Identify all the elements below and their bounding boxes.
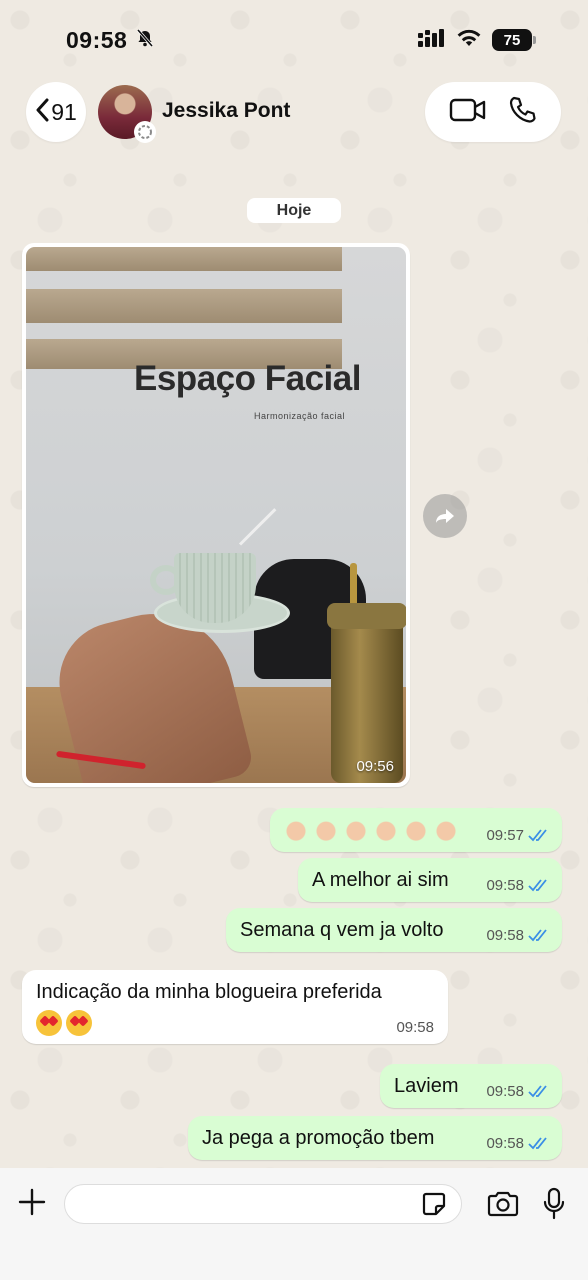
back-button[interactable]: 91 <box>26 82 86 142</box>
cup <box>174 553 256 623</box>
message-text: Ja pega a promoção tbem <box>202 1126 435 1149</box>
message-text: Indicação da minha blogueira preferida <box>36 981 382 1003</box>
forward-icon <box>436 509 454 523</box>
video-call-button[interactable] <box>449 97 487 128</box>
tumbler <box>331 607 403 783</box>
wood-slat <box>26 289 342 323</box>
heart-eyes-icon <box>36 1010 62 1036</box>
double-check-icon <box>528 879 547 892</box>
message-text: A melhor ai sim <box>312 868 449 891</box>
cellular-signal-icon <box>418 28 446 53</box>
plus-icon <box>18 1188 46 1216</box>
clap-emoji-row <box>284 819 464 841</box>
attach-button[interactable] <box>14 1184 50 1220</box>
message-bubble-outgoing[interactable]: Ja pega a promoção tbem 09:58 <box>188 1116 562 1160</box>
battery-indicator: 75 <box>492 29 536 51</box>
tumbler-lid <box>327 603 406 629</box>
double-check-icon <box>528 829 547 842</box>
message-time: 09:57 <box>486 826 524 844</box>
forward-button[interactable] <box>423 494 467 538</box>
message-time: 09:58 <box>486 926 524 944</box>
emoji-row <box>36 1010 96 1036</box>
message-bubble-incoming[interactable]: Indicação da minha blogueira preferida 0… <box>22 970 448 1044</box>
clapping-hands-icon <box>314 819 338 841</box>
double-check-icon <box>528 1085 547 1098</box>
status-ring-icon <box>134 121 156 143</box>
message-bubble-outgoing[interactable]: Laviem 09:58 <box>380 1064 562 1108</box>
message-bubble-outgoing[interactable]: Semana q vem ja volto 09:58 <box>226 908 562 952</box>
sticker-button[interactable] <box>420 1190 448 1218</box>
voice-call-button[interactable] <box>507 95 537 130</box>
heart-eyes-icon <box>66 1010 92 1036</box>
clapping-hands-icon <box>434 819 458 841</box>
message-bubble-outgoing[interactable]: 09:57 <box>270 808 562 852</box>
status-bar: 09:58 75 <box>0 0 588 80</box>
image-message[interactable]: Espaço Facial Harmonização facial 09:56 <box>22 243 410 787</box>
clapping-hands-icon <box>404 819 428 841</box>
microphone-icon <box>543 1187 565 1220</box>
clapping-hands-icon <box>344 819 368 841</box>
call-actions <box>425 82 561 142</box>
double-check-icon <box>528 1137 547 1150</box>
message-time: 09:58 <box>486 876 524 894</box>
message-bubble-outgoing[interactable]: A melhor ai sim 09:58 <box>298 858 562 902</box>
sticker-icon <box>422 1192 446 1216</box>
clapping-hands-icon <box>374 819 398 841</box>
date-separator: Hoje <box>247 198 341 223</box>
photo[interactable]: Espaço Facial Harmonização facial 09:56 <box>26 247 406 783</box>
camera-button[interactable] <box>484 1186 522 1222</box>
logo-text: Espaço Facial <box>134 359 361 398</box>
avatar[interactable] <box>98 85 156 143</box>
message-time: 09:56 <box>356 758 394 775</box>
wood-slat <box>26 247 342 271</box>
contact-name[interactable]: Jessika Pont <box>162 99 290 123</box>
stirrer <box>238 508 277 546</box>
message-time: 09:58 <box>486 1082 524 1100</box>
message-time: 09:58 <box>486 1134 524 1152</box>
camera-icon <box>487 1191 519 1217</box>
bell-slash-icon <box>135 28 155 53</box>
chat-header: 91 Jessika Pont <box>0 82 588 144</box>
unread-count: 91 <box>51 98 77 125</box>
clapping-hands-icon <box>284 819 308 841</box>
message-text: Semana q vem ja volto <box>240 918 444 941</box>
microphone-button[interactable] <box>538 1184 570 1224</box>
wifi-icon <box>456 28 482 53</box>
logo-subtext: Harmonização facial <box>254 411 346 421</box>
double-check-icon <box>528 929 547 942</box>
message-input[interactable] <box>64 1184 462 1224</box>
message-text: Laviem <box>394 1074 459 1097</box>
chevron-left-icon <box>35 98 49 127</box>
status-time: 09:58 <box>66 26 128 53</box>
composer-bar <box>0 1168 588 1280</box>
message-time: 09:58 <box>396 1019 434 1036</box>
